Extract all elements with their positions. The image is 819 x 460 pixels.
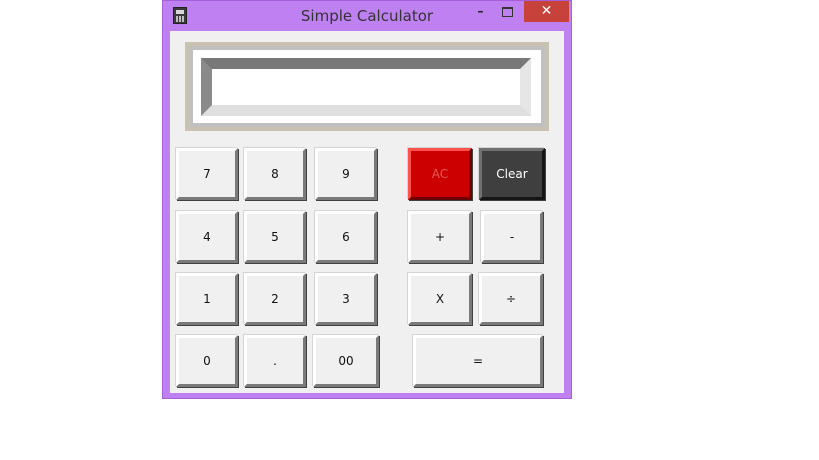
key-6[interactable]: 6 bbox=[315, 211, 377, 263]
display-value bbox=[212, 69, 520, 105]
key-0[interactable]: 0 bbox=[176, 335, 238, 387]
close-button[interactable]: ✕ bbox=[524, 1, 569, 22]
display-panel bbox=[185, 42, 549, 131]
title-bar[interactable]: Simple Calculator – ✕ bbox=[163, 1, 571, 31]
divide-button[interactable]: ÷ bbox=[479, 273, 543, 325]
key-3[interactable]: 3 bbox=[315, 273, 377, 325]
multiply-button[interactable]: X bbox=[408, 273, 472, 325]
maximize-button[interactable] bbox=[494, 1, 521, 22]
key-1[interactable]: 1 bbox=[176, 273, 238, 325]
key-8[interactable]: 8 bbox=[244, 148, 306, 200]
key-2[interactable]: 2 bbox=[244, 273, 306, 325]
key-4[interactable]: 4 bbox=[176, 211, 238, 263]
key-double-zero[interactable]: 00 bbox=[313, 335, 379, 387]
key-5[interactable]: 5 bbox=[244, 211, 306, 263]
key-7[interactable]: 7 bbox=[176, 148, 238, 200]
minimize-button[interactable]: – bbox=[466, 1, 495, 22]
maximize-icon bbox=[502, 7, 513, 17]
all-clear-button[interactable]: AC bbox=[408, 148, 472, 200]
equals-button[interactable]: = bbox=[413, 335, 543, 387]
clear-button[interactable]: Clear bbox=[479, 148, 545, 200]
calculator-window: Simple Calculator – ✕ 7 8 9 4 5 6 1 2 3 … bbox=[162, 0, 572, 399]
plus-button[interactable]: + bbox=[408, 211, 472, 263]
key-decimal[interactable]: . bbox=[244, 335, 306, 387]
display-frame bbox=[193, 50, 541, 123]
display-field[interactable] bbox=[201, 58, 531, 116]
minus-button[interactable]: - bbox=[481, 211, 543, 263]
key-9[interactable]: 9 bbox=[315, 148, 377, 200]
calculator-body: 7 8 9 4 5 6 1 2 3 0 . 00 AC Clear + - X … bbox=[170, 31, 564, 393]
